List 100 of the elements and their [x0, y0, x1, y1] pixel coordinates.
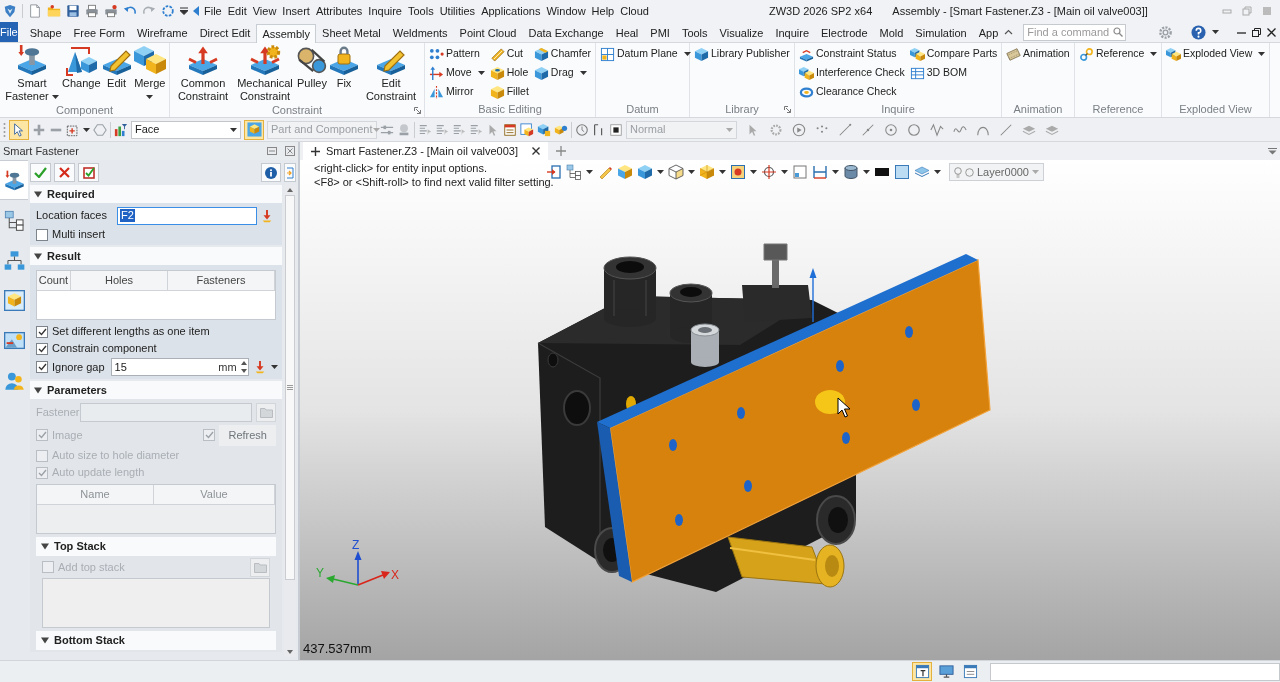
window-icon[interactable] [267, 147, 277, 155]
menu-item[interactable]: Utilities [439, 2, 476, 20]
ribbon-tab[interactable]: Tools [675, 24, 714, 42]
ribbon-command[interactable]: 3D BOM [909, 64, 998, 82]
cube-icon[interactable] [537, 122, 551, 137]
line-icon[interactable] [999, 122, 1013, 137]
close-icon[interactable] [1267, 27, 1277, 37]
command-search-field[interactable]: Find a command [1023, 23, 1127, 41]
help-icon[interactable] [1191, 24, 1207, 40]
command-input-field[interactable] [990, 662, 1280, 681]
caret-icon[interactable] [934, 170, 941, 174]
selection-filter-dropdown[interactable]: Face [131, 120, 241, 139]
menu-item[interactable]: Attributes [315, 2, 363, 20]
list-icon[interactable] [435, 122, 449, 137]
settings-icon[interactable] [1158, 24, 1174, 40]
caret-icon[interactable] [750, 170, 757, 174]
stop-icon[interactable] [609, 122, 623, 137]
ribbon-tab[interactable]: Direct Edit [193, 24, 257, 42]
caret-icon[interactable] [832, 170, 839, 174]
ribbon-tab[interactable]: Sheet Metal [316, 24, 387, 42]
ribbon-command[interactable]: Drag [533, 64, 592, 82]
ribbon-command[interactable]: Exploded View [1166, 45, 1266, 63]
cube-icon[interactable] [520, 122, 534, 137]
clock-icon[interactable] [575, 122, 589, 137]
ribbon-tab[interactable]: Shape [23, 24, 68, 42]
caret-icon[interactable] [579, 71, 587, 75]
caret-icon[interactable] [683, 52, 691, 56]
caret-icon[interactable] [1150, 52, 1158, 56]
filter-toggle-button[interactable] [244, 119, 264, 140]
side-tab[interactable] [0, 160, 28, 200]
document-icon[interactable] [28, 4, 42, 18]
ribbon-tab[interactable]: Electrode [815, 24, 874, 42]
caret-icon[interactable] [586, 170, 593, 174]
caret-icon[interactable] [863, 170, 870, 174]
view-button[interactable] [936, 662, 956, 681]
ribbon-tab[interactable]: Heal [609, 24, 645, 42]
circle-icon[interactable] [907, 122, 921, 137]
ribbon-command[interactable]: Pattern [429, 45, 485, 63]
circle-dot-icon[interactable] [884, 122, 898, 137]
ribbon-command[interactable]: Constraint Status [799, 45, 905, 63]
ribbon-command[interactable]: Animation [1006, 45, 1070, 63]
menu-item[interactable]: Inquire [368, 2, 402, 20]
scroll-thumb[interactable] [285, 195, 295, 580]
ribbon-command[interactable]: Mirror [429, 83, 485, 101]
ribbon-command[interactable]: Hole [489, 64, 529, 82]
chevron-up-icon[interactable] [1004, 29, 1014, 35]
ribbon-command[interactable]: Move [429, 64, 485, 82]
spinner-icon[interactable] [239, 360, 248, 374]
cylinder-icon[interactable] [843, 164, 859, 180]
ribbon-tab[interactable]: App [972, 24, 1005, 42]
section-header[interactable]: Result [30, 247, 282, 265]
filter-icon[interactable] [114, 122, 128, 137]
ribbon-tab[interactable]: Assembly [256, 24, 317, 43]
ball-icon[interactable] [397, 122, 411, 137]
list-icon[interactable] [418, 122, 432, 137]
checkbox[interactable] [36, 342, 48, 355]
bracket-icon[interactable] [812, 164, 828, 180]
gear-icon[interactable] [769, 122, 783, 137]
ribbon-tab[interactable]: Data Exchange [522, 24, 610, 42]
printer-icon[interactable] [85, 4, 99, 18]
menu-item[interactable]: Applications [481, 2, 541, 20]
cube-icon[interactable] [617, 164, 633, 180]
layer-dropdown[interactable]: Layer0000 [949, 163, 1044, 181]
viewport-background[interactable]: <right-click> for entity input options. <F8> or <Shift-roll> to find next valid filter setting. Layer0000 Z Y X 437.537mm [300, 160, 1280, 660]
caret-icon[interactable] [719, 170, 726, 174]
menu-item[interactable]: View [252, 2, 277, 20]
document-tab[interactable]: Smart Fastener.Z3 - [Main oil valve003] [303, 142, 548, 160]
ribbon-command[interactable]: Library Publisher [694, 45, 790, 63]
ribbon-tab[interactable]: Free Form [67, 24, 131, 42]
checkbox[interactable] [36, 228, 48, 241]
file-menu-button[interactable]: File [0, 22, 18, 42]
caret-icon[interactable] [688, 170, 695, 174]
triangle-icon[interactable] [193, 6, 199, 16]
caret-icon[interactable] [230, 127, 237, 132]
ribbon-command[interactable]: Merge [132, 44, 167, 103]
ribbon-tab[interactable]: Simulation [909, 24, 973, 42]
ribbon-command[interactable]: Edit [100, 44, 133, 90]
play-icon[interactable] [792, 122, 806, 137]
caret-icon[interactable] [477, 71, 485, 75]
curve-icon[interactable] [930, 122, 944, 137]
tree-icon[interactable] [566, 164, 582, 180]
ribbon-command[interactable]: Interference Check [799, 64, 905, 82]
ribbon-tab[interactable]: Wireframe [130, 24, 194, 42]
ribbon-command[interactable]: Common Constraint [172, 44, 234, 103]
ribbon-command[interactable]: Smart Fastener [2, 44, 63, 103]
square-icon[interactable] [894, 164, 910, 180]
checkbox[interactable] [36, 325, 48, 338]
ribbon-tab[interactable]: Point Cloud [453, 24, 523, 42]
document-icon[interactable] [503, 122, 517, 137]
line-icon[interactable] [861, 122, 875, 137]
printer-icon[interactable] [104, 4, 118, 18]
launcher-icon[interactable] [784, 106, 791, 113]
apply-button[interactable] [78, 163, 99, 182]
ribbon-command[interactable]: Change [62, 44, 101, 90]
launcher-icon[interactable] [414, 107, 421, 114]
ribbon-command[interactable]: Fix [328, 44, 360, 90]
menu-item[interactable]: Cloud [620, 2, 649, 20]
caret-icon[interactable] [270, 365, 278, 369]
menu-item[interactable]: File [204, 2, 222, 20]
folder-icon[interactable] [47, 4, 61, 18]
